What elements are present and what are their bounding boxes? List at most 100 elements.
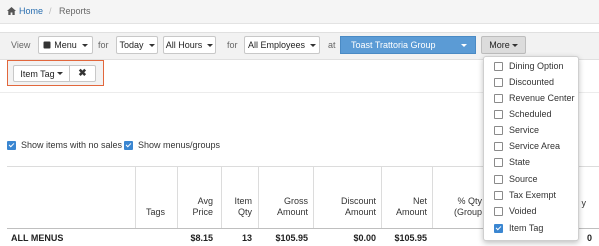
checkbox-icon[interactable] bbox=[494, 93, 503, 103]
header-pct-qty[interactable]: % Qty (Group bbox=[432, 196, 482, 218]
more-filters-label: More bbox=[489, 40, 510, 50]
location-select[interactable]: Toast Trattoria Group bbox=[340, 36, 476, 54]
menu-item-label: Tax Exempt bbox=[509, 190, 557, 200]
header-item-qty[interactable]: Item Qty bbox=[221, 196, 252, 218]
menu-item-dining-option[interactable]: Dining Option bbox=[494, 61, 564, 71]
header-line: Gross bbox=[283, 196, 308, 206]
date-dropdown-label: Today bbox=[119, 40, 144, 50]
checkbox-icon[interactable] bbox=[494, 125, 503, 135]
header-line: Qty bbox=[237, 207, 252, 217]
at-label: at bbox=[328, 40, 336, 50]
menu-item-label: Dining Option bbox=[509, 61, 564, 71]
book-icon bbox=[43, 41, 51, 49]
item-tag-filter-label: Item Tag bbox=[20, 68, 55, 79]
checkbox-checked-icon[interactable] bbox=[124, 140, 133, 150]
chevron-down-icon bbox=[56, 72, 63, 75]
row-net: $105.95 bbox=[394, 233, 427, 243]
menu-item-label: Scheduled bbox=[509, 109, 552, 119]
breadcrumb-current: Reports bbox=[59, 6, 91, 16]
menu-item-label: Service Area bbox=[509, 141, 561, 151]
menu-dropdown-button[interactable]: Menu bbox=[38, 36, 93, 54]
menu-item-state[interactable]: State bbox=[494, 157, 530, 167]
checkbox-icon[interactable] bbox=[494, 174, 503, 184]
header-line: Amount bbox=[395, 207, 427, 217]
checkbox-icon[interactable] bbox=[494, 77, 503, 87]
header-line: Amount bbox=[276, 207, 308, 217]
menu-item-service[interactable]: Service bbox=[494, 125, 539, 135]
header-line: Net bbox=[412, 196, 427, 206]
menu-item-service-area[interactable]: Service Area bbox=[494, 141, 560, 151]
header-net-amount[interactable]: Net Amount bbox=[381, 196, 427, 218]
location-select-label: Toast Trattoria Group bbox=[351, 40, 436, 50]
hours-dropdown-button[interactable]: All Hours bbox=[163, 36, 216, 54]
show-no-sales-label: Show items with no sales bbox=[21, 140, 123, 150]
date-dropdown-button[interactable]: Today bbox=[116, 36, 158, 54]
header-line: Amount bbox=[344, 207, 376, 217]
menu-item-revenue-center[interactable]: Revenue Center bbox=[494, 93, 575, 103]
checkbox-icon[interactable] bbox=[494, 157, 503, 167]
header-line: Item bbox=[234, 196, 252, 206]
header-gross-amount[interactable]: Gross Amount bbox=[258, 196, 308, 218]
home-icon bbox=[7, 7, 16, 15]
header-avg-price[interactable]: Avg Price bbox=[177, 196, 213, 218]
header-line: Discount bbox=[340, 196, 376, 206]
header-discount-amount[interactable]: Discount Amount bbox=[313, 196, 376, 218]
breadcrumb-home-label: Home bbox=[19, 6, 44, 16]
row-avg-price: $8.15 bbox=[190, 233, 213, 243]
checkbox-icon[interactable] bbox=[494, 109, 503, 119]
checkbox-icon[interactable] bbox=[494, 206, 503, 216]
header-line: Avg bbox=[197, 196, 213, 206]
checkbox-checked-icon[interactable] bbox=[494, 223, 503, 233]
for-label: for bbox=[98, 40, 109, 50]
menu-item-label: Service bbox=[509, 125, 540, 135]
menu-item-source[interactable]: Source bbox=[494, 174, 538, 184]
menu-item-discounted[interactable]: Discounted bbox=[494, 77, 554, 87]
checkbox-icon[interactable] bbox=[494, 141, 503, 151]
chevron-down-icon bbox=[81, 43, 88, 47]
chevron-down-icon bbox=[511, 43, 518, 47]
chevron-down-icon bbox=[207, 43, 214, 47]
remove-filter-button[interactable]: ✖ bbox=[69, 65, 96, 82]
menu-item-tax-exempt[interactable]: Tax Exempt bbox=[494, 190, 556, 200]
row-name: ALL MENUS bbox=[11, 233, 64, 243]
more-filters-button[interactable]: More bbox=[481, 36, 526, 54]
more-filters-menu: Dining Option Discounted Revenue Center … bbox=[483, 56, 579, 241]
menu-item-label: State bbox=[509, 157, 531, 167]
menu-dropdown-label: Menu bbox=[54, 40, 77, 50]
item-tag-filter-button[interactable]: Item Tag bbox=[13, 65, 70, 82]
menu-item-item-tag[interactable]: Item Tag bbox=[494, 223, 543, 233]
row-gross: $105.95 bbox=[275, 233, 308, 243]
breadcrumb-home-link[interactable]: Home bbox=[7, 6, 43, 16]
chevron-down-icon bbox=[310, 43, 317, 47]
row-last: 0 bbox=[586, 233, 592, 243]
for-label: for bbox=[227, 40, 238, 50]
employees-dropdown-label: All Employees bbox=[247, 40, 306, 50]
close-icon: ✖ bbox=[78, 68, 87, 79]
header-line: Tags bbox=[145, 207, 165, 217]
hours-dropdown-label: All Hours bbox=[165, 40, 203, 50]
menu-item-label: Discounted bbox=[509, 77, 555, 87]
row-item-qty: 13 bbox=[241, 233, 252, 243]
checkbox-icon[interactable] bbox=[494, 61, 503, 71]
header-line: Price bbox=[192, 207, 213, 217]
employees-dropdown-button[interactable]: All Employees bbox=[244, 36, 320, 54]
checkbox-checked-icon[interactable] bbox=[7, 140, 16, 150]
show-menus-groups-label: Show menus/groups bbox=[138, 140, 221, 150]
menu-item-scheduled[interactable]: Scheduled bbox=[494, 109, 552, 119]
view-label: View bbox=[11, 40, 31, 50]
menu-item-label: Item Tag bbox=[509, 223, 544, 233]
header-line: % Qty bbox=[457, 196, 482, 206]
row-discount: $0.00 bbox=[353, 233, 376, 243]
breadcrumb-separator: / bbox=[49, 6, 52, 16]
menu-item-label: Source bbox=[509, 174, 538, 184]
menu-item-voided[interactable]: Voided bbox=[494, 206, 537, 216]
header-line: (Group bbox=[453, 207, 482, 217]
menu-item-label: Revenue Center bbox=[509, 93, 575, 103]
show-menus-groups-checkbox[interactable]: Show menus/groups bbox=[124, 140, 220, 150]
header-partial: y bbox=[581, 198, 587, 208]
breadcrumb: Home / Reports bbox=[0, 0, 599, 24]
show-no-sales-checkbox[interactable]: Show items with no sales bbox=[7, 140, 122, 150]
checkbox-icon[interactable] bbox=[494, 190, 503, 200]
menu-item-label: Voided bbox=[509, 206, 537, 216]
header-tags[interactable]: Tags bbox=[135, 196, 165, 218]
